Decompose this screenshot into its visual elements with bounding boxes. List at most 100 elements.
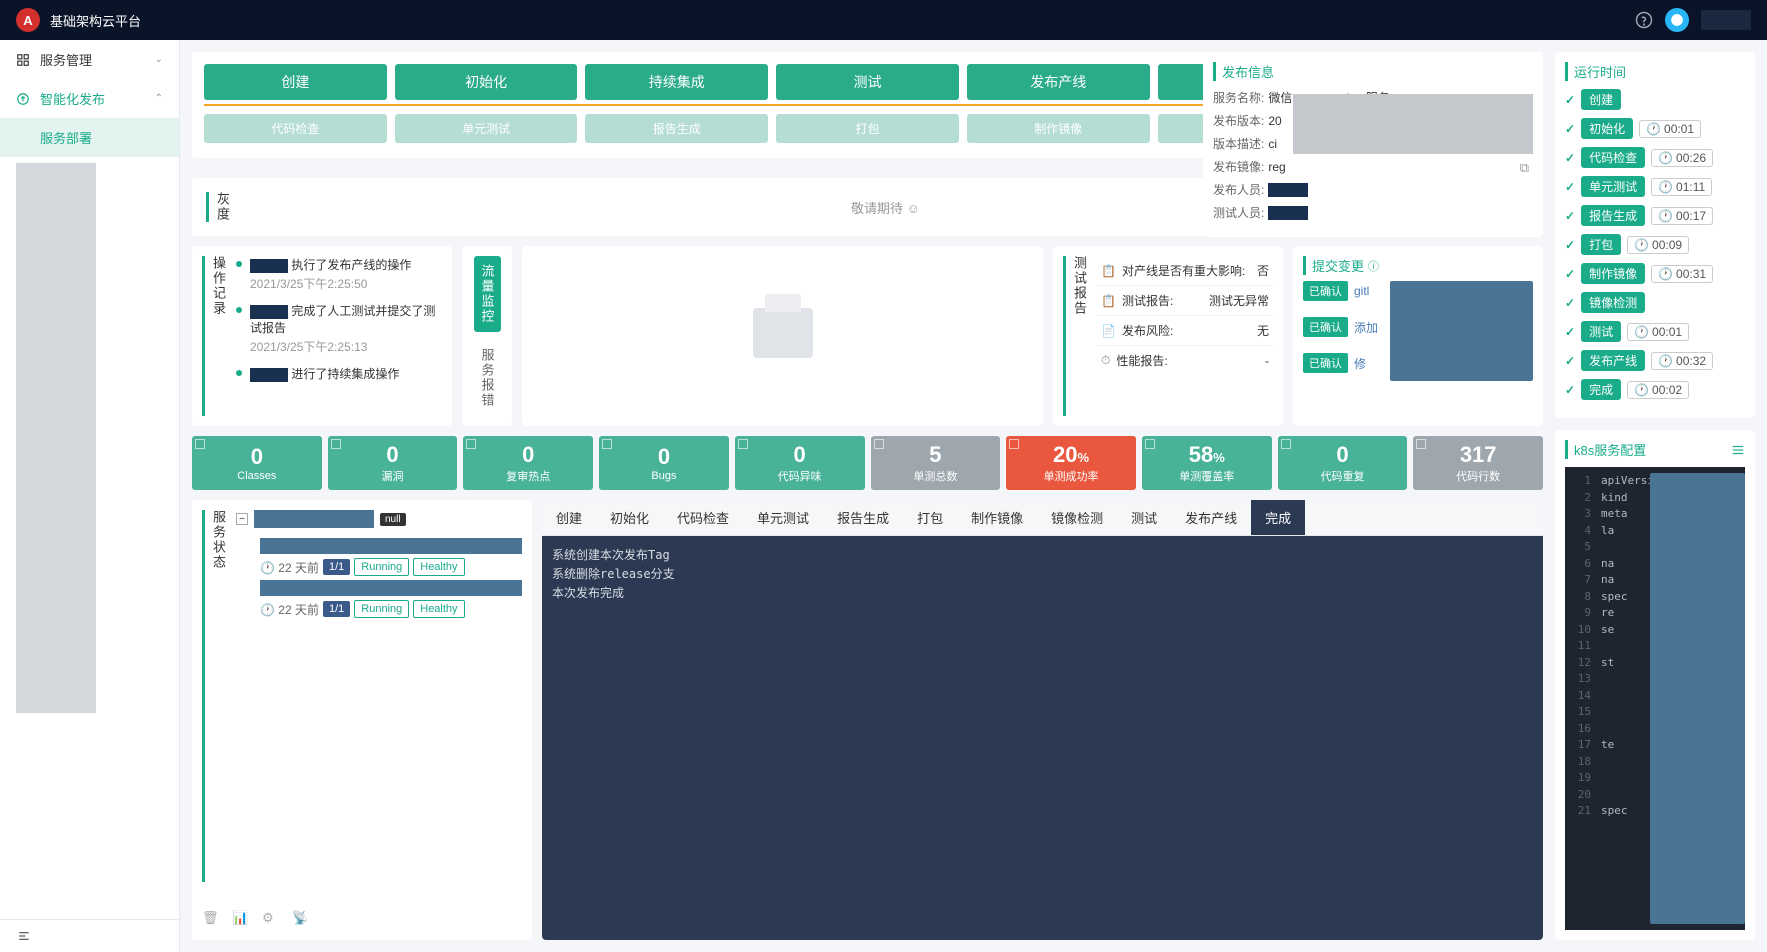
runtime-duration: 🕐00:17 — [1651, 207, 1713, 225]
commit-item: 已确认gitl — [1303, 281, 1378, 301]
gray-label: 灰度 — [206, 192, 232, 222]
runtime-item: ✓制作镜像🕐00:31 — [1565, 263, 1745, 284]
runtime-duration: 🕐00:01 — [1627, 323, 1689, 341]
commit-redacted-block — [1390, 281, 1533, 381]
service-error-tab[interactable]: 服务报错 — [474, 340, 501, 416]
sidebar-item-smart-release[interactable]: 智能化发布 ⌃ — [0, 79, 179, 118]
runtime-step-tag: 创建 — [1581, 89, 1621, 110]
runtime-step-tag: 测试 — [1581, 321, 1621, 342]
tree-expand-icon[interactable]: − — [236, 513, 248, 525]
runtime-item: ✓ 打包 🕐00:09 — [1565, 234, 1745, 255]
clock-icon: 🕐 22 天前 — [260, 601, 319, 618]
runtime-duration: 🕐00:02 — [1627, 381, 1689, 399]
tool-icon-3[interactable]: ⚙ — [262, 910, 282, 930]
service-node[interactable]: 🕐 22 天前1/1RunningHealthy — [260, 580, 522, 618]
help-icon[interactable] — [1635, 11, 1653, 29]
runtime-step-tag: 完成 — [1581, 379, 1621, 400]
oplog-card: 操作记录 执行了发布产线的操作2021/3/25下午2:25:50 完成了人工测… — [192, 246, 452, 426]
running-tag: Running — [354, 558, 409, 576]
log-output: 系统创建本次发布Tag系统删除release分支本次发布完成 — [542, 536, 1543, 940]
log-tab[interactable]: 测试 — [1117, 500, 1171, 535]
log-tab[interactable]: 发布产线 — [1171, 500, 1251, 535]
metric-Bugs[interactable]: 0Bugs — [599, 436, 729, 490]
sidebar-item-service-mgmt[interactable]: 服务管理 ⌄ — [0, 40, 179, 79]
user-name[interactable] — [1701, 10, 1751, 30]
metric-代码重复[interactable]: 0代码重复 — [1278, 436, 1408, 490]
app-logo: A — [16, 8, 40, 32]
log-tab[interactable]: 镜像检测 — [1037, 500, 1117, 535]
confirm-tag: 已确认 — [1303, 353, 1348, 373]
ratio-tag: 1/1 — [323, 601, 350, 617]
null-tag: null — [380, 513, 406, 526]
check-icon: ✓ — [1565, 180, 1575, 194]
metric-Classes[interactable]: 0Classes — [192, 436, 322, 490]
check-icon: ✓ — [1565, 93, 1575, 107]
flow-monitor-tab[interactable]: 流量监控 — [474, 256, 501, 332]
runtime-duration: 🕐00:32 — [1651, 352, 1713, 370]
log-tab[interactable]: 打包 — [903, 500, 957, 535]
pipeline-substep: 打包 — [776, 114, 959, 143]
clock-icon: 🕐 — [1658, 151, 1673, 165]
log-tab[interactable]: 完成 — [1251, 500, 1305, 535]
log-tab[interactable]: 初始化 — [596, 500, 663, 535]
sidebar-redacted-block — [16, 163, 96, 713]
copy-icon[interactable]: ⧉ — [1520, 160, 1529, 176]
pipeline-step[interactable]: 测试 — [776, 64, 959, 100]
clock-icon: 🕐 — [1658, 180, 1673, 194]
service-tool-icons: 🗑 📊 ⚙ 📡 — [202, 902, 522, 930]
log-tab[interactable]: 单元测试 — [743, 500, 823, 535]
log-tab[interactable]: 报告生成 — [823, 500, 903, 535]
log-tab[interactable]: 代码检查 — [663, 500, 743, 535]
release-info-title: 发布信息 — [1213, 62, 1533, 81]
commit-link[interactable]: gitl — [1354, 284, 1369, 298]
metric-单测覆盖率[interactable]: 58%单测覆盖率 — [1142, 436, 1272, 490]
tool-icon-4[interactable]: 📡 — [292, 910, 312, 930]
service-node[interactable]: 🕐 22 天前1/1RunningHealthy — [260, 538, 522, 576]
tool-icon-1[interactable]: 🗑 — [202, 910, 222, 930]
metric-复审热点[interactable]: 0复审热点 — [463, 436, 593, 490]
runtime-item: ✓ 发布产线 🕐00:32 — [1565, 350, 1745, 371]
pipeline-step[interactable]: 持续集成 — [585, 64, 768, 100]
runtime-item: ✓单元测试🕐01:11 — [1565, 176, 1745, 197]
pipeline-step[interactable]: 创建 — [204, 64, 387, 100]
sidebar-collapse-icon[interactable] — [0, 919, 179, 952]
check-icon: ✓ — [1565, 238, 1575, 252]
check-icon: ✓ — [1565, 209, 1575, 223]
metric-代码异味[interactable]: 0代码异味 — [735, 436, 865, 490]
k8s-code-editor[interactable]: 1apiVersion: apps/2kind3meta4 la56 na7 n… — [1565, 467, 1745, 930]
pipeline-step[interactable]: 发布产线 — [967, 64, 1150, 100]
test-report-row: 📋对产线是否有重大影响:否 — [1097, 256, 1273, 286]
service-status-card: 服务状态 −null🕐 22 天前1/1RunningHealthy🕐 22 天… — [192, 500, 532, 940]
sidebar-item-service-deploy[interactable]: 服务部署 — [0, 118, 179, 157]
pipeline-step[interactable]: 初始化 — [395, 64, 578, 100]
commit-item: 已确认添加 — [1303, 317, 1378, 337]
tool-icon-2[interactable]: 📊 — [232, 910, 252, 930]
log-tab[interactable]: 创建 — [542, 500, 596, 535]
healthy-tag: Healthy — [413, 558, 464, 576]
commit-title: 提交变更 ⓘ — [1303, 256, 1533, 275]
metric-单测总数[interactable]: 5单测总数 — [871, 436, 1001, 490]
oplog-item: 完成了人工测试并提交了测试报告2021/3/25下午2:25:13 — [236, 302, 442, 355]
commit-link[interactable]: 修 — [1354, 355, 1366, 372]
log-tab[interactable]: 制作镜像 — [957, 500, 1037, 535]
k8s-title: k8s服务配置 — [1574, 440, 1646, 459]
runtime-step-tag: 打包 — [1581, 234, 1621, 255]
grid-icon — [16, 53, 32, 67]
runtime-step-tag: 初始化 — [1581, 118, 1633, 139]
runtime-step-tag: 镜像检测 — [1581, 292, 1645, 313]
k8s-scrollbar[interactable] — [1650, 473, 1745, 924]
runtime-duration: 🕐01:11 — [1651, 178, 1712, 196]
metric-单测成功率[interactable]: 20%单测成功率 — [1006, 436, 1136, 490]
commit-link[interactable]: 添加 — [1354, 319, 1378, 336]
user-avatar-icon[interactable] — [1665, 8, 1689, 32]
runtime-duration: 🕐00:26 — [1651, 149, 1713, 167]
check-icon: ✓ — [1565, 383, 1575, 397]
runtime-duration: 🕐00:09 — [1627, 236, 1689, 254]
expand-icon[interactable] — [1731, 443, 1745, 457]
runtime-step-tag: 发布产线 — [1581, 350, 1645, 371]
metric-代码行数[interactable]: 317代码行数 — [1413, 436, 1543, 490]
help-icon[interactable]: ⓘ — [1368, 258, 1379, 274]
check-icon: ✓ — [1565, 354, 1575, 368]
metric-漏洞[interactable]: 0漏洞 — [328, 436, 458, 490]
runtime-step-tag: 报告生成 — [1581, 205, 1645, 226]
